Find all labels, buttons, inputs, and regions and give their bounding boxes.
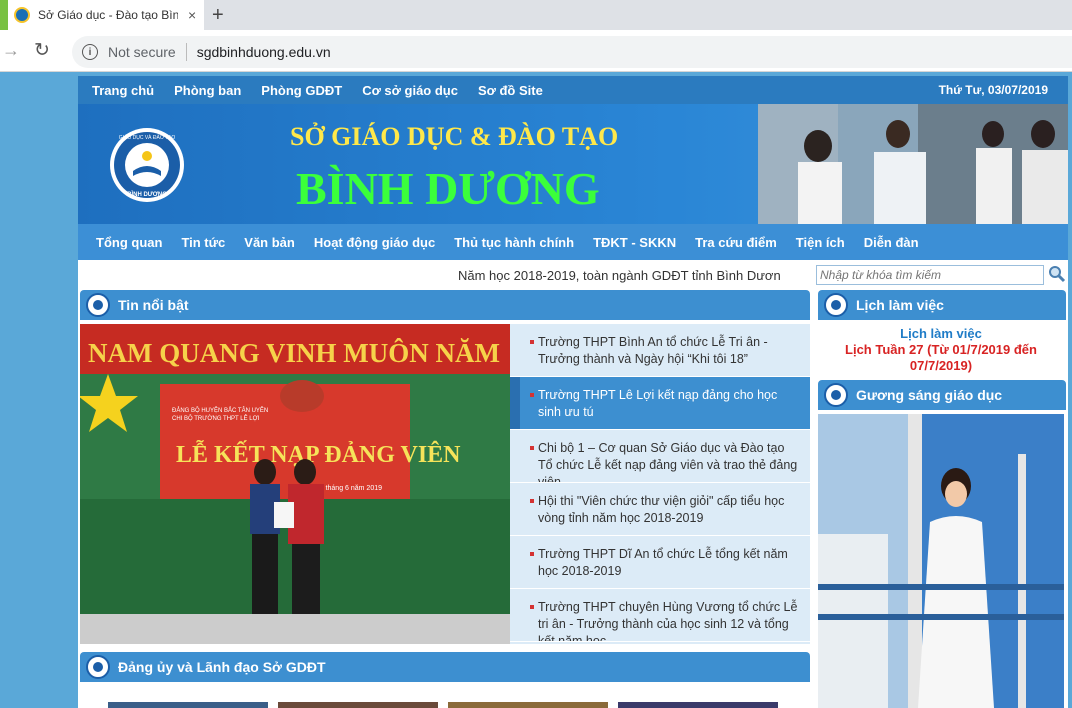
list-item[interactable]: Trường THPT Bình An tổ chức Lễ Tri ân - … (510, 324, 810, 377)
topnav-sitemap[interactable]: Sơ đồ Site (478, 83, 543, 98)
featured-news-list: Trường THPT Bình An tổ chức Lễ Tri ân - … (510, 324, 810, 644)
party-leadership-header: Đảng ủy và Lãnh đạo Sở GDĐT (80, 652, 810, 682)
mainnav-procedures[interactable]: Thủ tục hành chính (454, 235, 574, 250)
list-item-active[interactable]: Trường THPT Lê Lợi kết nạp đảng cho học … (510, 377, 810, 430)
list-item[interactable]: Chi bộ 1 – Cơ quan Sở Giáo dục và Đào tạ… (510, 430, 810, 483)
reload-icon[interactable]: ↻ (34, 39, 50, 62)
mainnav-utilities[interactable]: Tiện ích (796, 235, 845, 250)
featured-news-title: Tin nổi bật (118, 297, 189, 313)
topnav-home[interactable]: Trang chủ (92, 83, 154, 98)
logo-bottom-text: BÌNH DƯƠNG (127, 190, 167, 198)
schedule-title: Lịch làm việc (856, 297, 944, 313)
tab-edge (0, 0, 8, 30)
party-leadership-title: Đảng ủy và Lãnh đạo Sở GDĐT (118, 659, 326, 675)
logo-top-text: GIÁO DỤC VÀ ĐÀO TẠO (119, 134, 176, 141)
topnav-departments[interactable]: Phòng ban (174, 83, 241, 98)
tab-title: Sở Giáo dục - Đào tạo Bìn (38, 8, 178, 22)
mainnav-forum[interactable]: Diễn đàn (864, 235, 919, 250)
omnibox-separator (185, 43, 187, 61)
mainnav-emulation[interactable]: TĐKT - SKKN (593, 235, 676, 250)
banner-title-line2: BÌNH DƯƠNG (296, 163, 600, 214)
photo-banner-text: NAM QUANG VINH MUÔN NĂM (88, 338, 500, 368)
browser-tab[interactable]: Sở Giáo dục - Đào tạo Bìn × (8, 0, 204, 30)
mainnav-overview[interactable]: Tổng quan (96, 235, 162, 250)
forward-arrow-icon[interactable]: → (2, 40, 20, 61)
role-model-header: Gương sáng giáo dục (818, 380, 1066, 410)
list-item[interactable]: Trường THPT Dĩ An tổ chức Lễ tổng kết nă… (510, 536, 810, 589)
topnav-district-offices[interactable]: Phòng GDĐT (261, 83, 342, 98)
mainnav-score-lookup[interactable]: Tra cứu điểm (695, 235, 777, 250)
search-icon[interactable] (1048, 265, 1066, 283)
banner-title-line1: SỞ GIÁO DỤC & ĐÀO TẠO (290, 122, 619, 151)
current-date: Thứ Tư, 03/07/2019 (938, 83, 1048, 97)
leadership-thumb[interactable] (448, 702, 608, 708)
site-banner: GIÁO DỤC VÀ ĐÀO TẠO BÌNH DƯƠNG SỞ GIÁO D… (78, 104, 1068, 224)
section-logo-icon (86, 293, 110, 317)
search-input[interactable] (816, 265, 1044, 285)
main-nav: Tổng quan Tin tức Văn bản Hoạt động giáo… (78, 224, 1068, 260)
browser-tab-bar: Sở Giáo dục - Đào tạo Bìn × + (0, 0, 1072, 30)
department-logo-icon[interactable]: GIÁO DỤC VÀ ĐÀO TẠO BÌNH DƯƠNG (108, 116, 186, 214)
featured-photo[interactable]: NAM QUANG VINH MUÔN NĂM ĐẢNG BỘ HUYỆN BẮ… (80, 324, 510, 644)
top-nav: Trang chủ Phòng ban Phòng GDĐT Cơ sở giá… (78, 76, 1068, 104)
section-logo-icon (824, 293, 848, 317)
schedule-week-link[interactable]: Lịch Tuần 27 (Từ 01/7/2019 đến 07/7/2019… (816, 342, 1066, 374)
banner-photo (758, 104, 1068, 224)
page-container: Trang chủ Phòng ban Phòng GDĐT Cơ sở giá… (78, 76, 1068, 708)
mainnav-activities[interactable]: Hoạt động giáo dục (314, 235, 435, 250)
list-item[interactable]: Hội thi "Viên chức thư viện giỏi" cấp ti… (510, 483, 810, 536)
schedule-header: Lịch làm việc (818, 290, 1066, 320)
photo-board-text: LỄ KẾT NẠP ĐẢNG VIÊN (176, 440, 461, 468)
featured-news-header: Tin nổi bật (80, 290, 810, 320)
mainnav-news[interactable]: Tin tức (181, 235, 225, 250)
info-icon[interactable]: i (82, 44, 98, 60)
omnibox[interactable]: i Not secure sgdbinhduong.edu.vn (72, 36, 1072, 68)
url-text[interactable]: sgdbinhduong.edu.vn (197, 44, 331, 60)
list-item[interactable]: Trường THPT chuyên Hùng Vương tổ chức Lễ… (510, 589, 810, 642)
photo-board-sub2: CHI BỘ TRƯỜNG THPT LÊ LỢI (172, 414, 260, 422)
section-logo-icon (86, 655, 110, 679)
leadership-thumb[interactable] (278, 702, 438, 708)
address-bar: → ↻ i Not secure sgdbinhduong.edu.vn (0, 30, 1072, 72)
section-logo-icon (824, 383, 848, 407)
mainnav-documents[interactable]: Văn bản (244, 235, 295, 250)
news-ticker[interactable]: Năm học 2018-2019, toàn ngành GDĐT tỉnh … (458, 268, 781, 283)
leadership-thumb[interactable] (108, 702, 268, 708)
role-model-title: Gương sáng giáo dục (856, 387, 1003, 403)
tab-close-icon[interactable]: × (188, 7, 196, 23)
schedule-link[interactable]: Lịch làm việc (816, 326, 1066, 341)
role-model-photo[interactable] (818, 414, 1064, 708)
site-favicon-icon (14, 7, 30, 23)
leadership-thumbnails (108, 702, 788, 708)
leadership-thumb[interactable] (618, 702, 778, 708)
new-tab-icon[interactable]: + (212, 4, 224, 27)
topnav-schools[interactable]: Cơ sở giáo dục (362, 83, 458, 98)
not-secure-label: Not secure (108, 44, 176, 60)
photo-board-sub1: ĐẢNG BỘ HUYỆN BẮC TÂN UYÊN (172, 406, 268, 414)
